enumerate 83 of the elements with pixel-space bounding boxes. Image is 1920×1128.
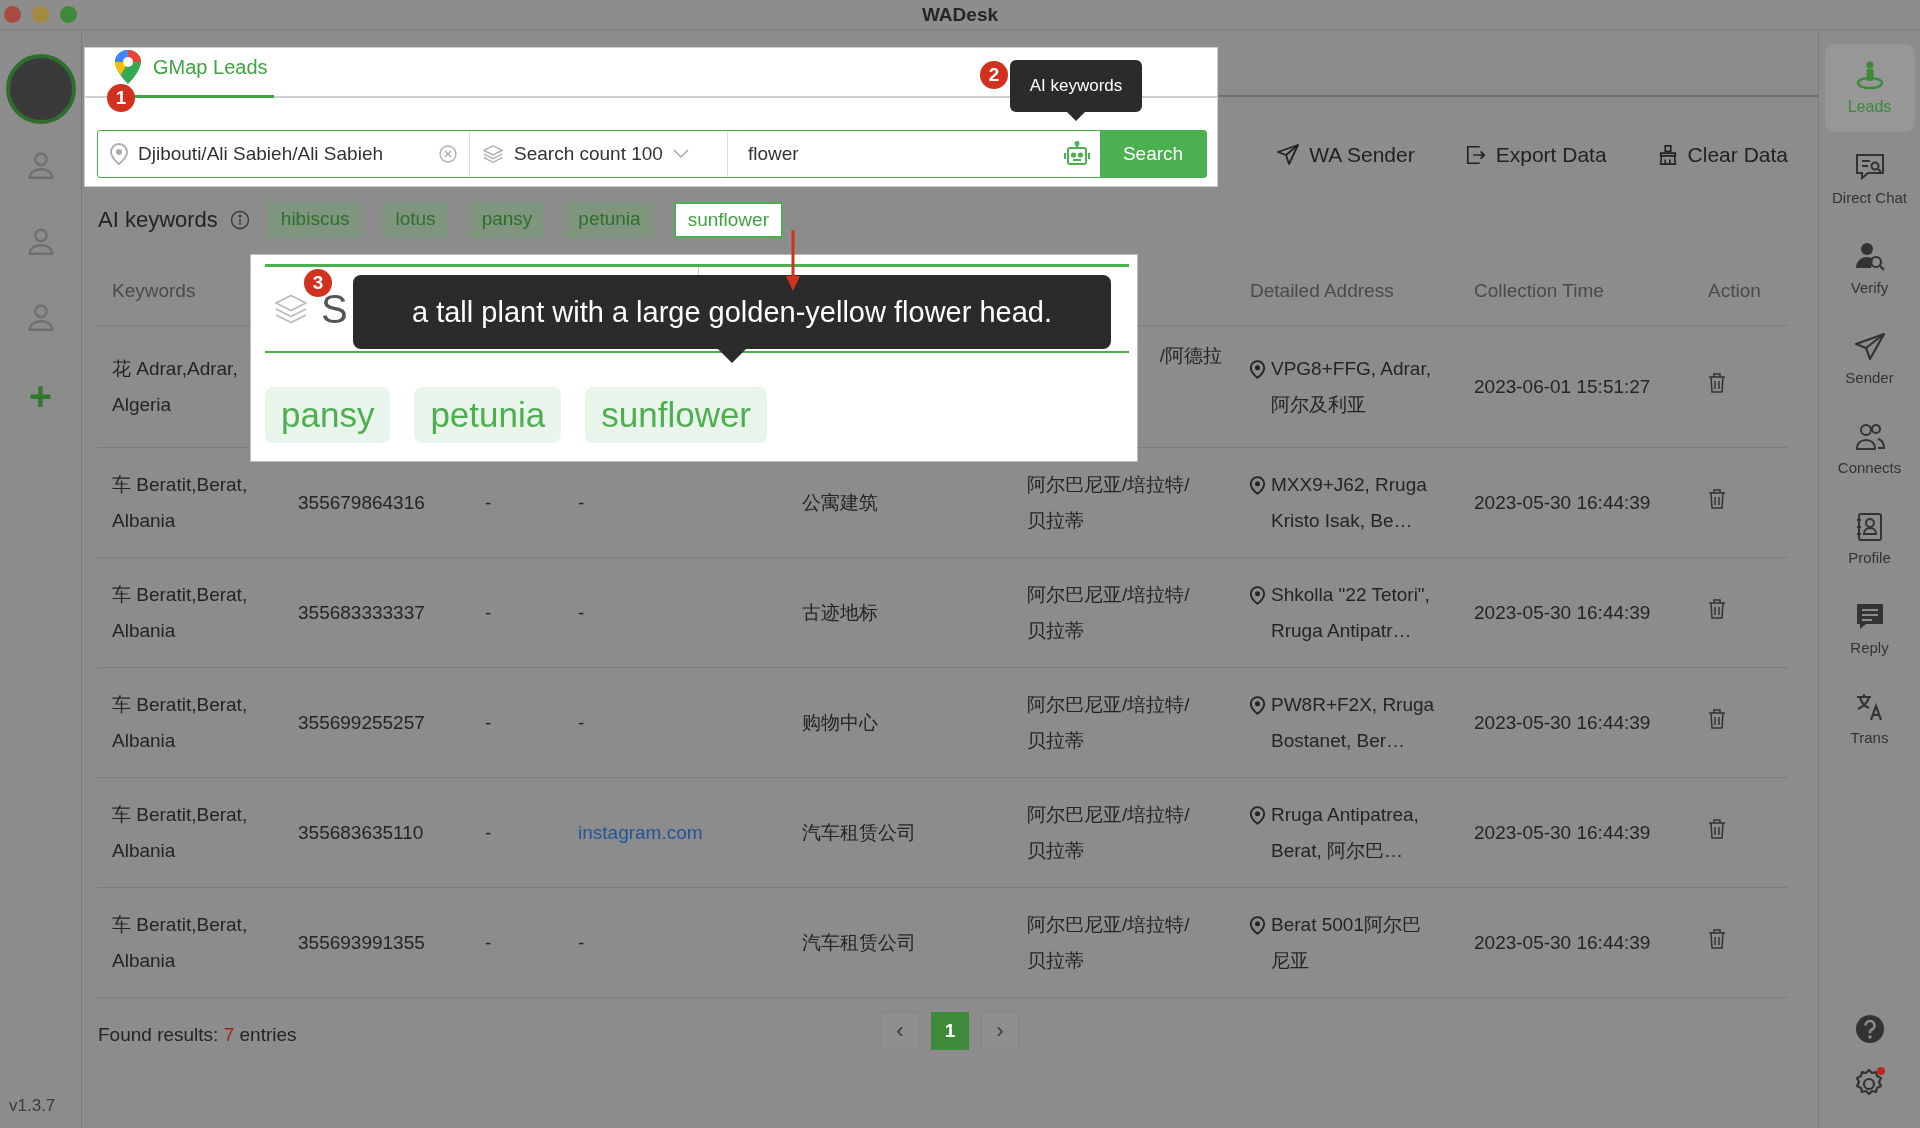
table-cell: 车 Beratit,Berat, Albania	[98, 887, 284, 998]
table-cell: 355693991355	[284, 887, 471, 998]
table-cell: 阿尔巴尼亚/培拉特/贝拉蒂	[1013, 777, 1236, 888]
column-header: Action	[1694, 256, 1788, 326]
table-cell-text: Shkolla "22 Tetori", Rruga Antipatr…	[1271, 582, 1431, 643]
location-pin-icon	[1250, 915, 1265, 935]
info-icon	[229, 210, 250, 230]
website-link[interactable]: instagram.com	[578, 821, 703, 843]
trash-icon[interactable]	[1708, 598, 1726, 619]
table-cell: -	[471, 887, 564, 998]
table-cell-text: VPG8+FFG, Adrar, 阿尔及利亚	[1271, 356, 1432, 417]
table-cell: 355699255257	[284, 667, 471, 778]
table-cell: 2023-05-30 16:44:39	[1460, 557, 1694, 668]
location-pin-icon	[1250, 359, 1265, 379]
table-cell: 车 Beratit,Berat, Albania	[98, 557, 284, 668]
table-cell: 阿尔巴尼亚/培拉特/贝拉蒂	[1013, 667, 1236, 778]
results-summary: Found results: 7 entries	[98, 1024, 297, 1046]
trash-icon[interactable]	[1708, 818, 1726, 839]
keyword-chip[interactable]: pansy	[468, 202, 546, 238]
sidebar-item[interactable]: Reply	[1824, 584, 1915, 672]
table-cell: 2023-05-30 16:44:39	[1460, 447, 1694, 558]
table-cell: 2023-06-01 15:51:27	[1460, 325, 1694, 448]
column-header: Collection Time	[1460, 256, 1694, 326]
ai-keywords-label: AI keywords	[98, 207, 218, 233]
trash-icon[interactable]	[1708, 372, 1726, 393]
table-cell: 355683635110	[284, 777, 471, 888]
table-cell: 车 Beratit,Berat, Albania	[98, 777, 284, 888]
toolbar-action-button[interactable]: WA Sender	[1276, 143, 1415, 167]
arrow	[785, 230, 801, 292]
keyword-chip[interactable]: sunflower	[673, 202, 783, 238]
help-icon[interactable]	[1854, 1014, 1885, 1044]
table-cell: -	[564, 557, 788, 668]
tooltip: a tall plant with a large golden-yellow flower head.	[353, 275, 1111, 363]
trash-icon[interactable]	[1708, 928, 1726, 949]
page-button[interactable]: 1	[931, 1012, 969, 1050]
table-cell: -	[471, 557, 564, 668]
sidebar-item[interactable]: Sender	[1824, 314, 1915, 402]
table-cell-text: Rruga Antipatrea, Berat, 阿尔巴…	[1271, 802, 1420, 863]
table-cell: 车 Beratit,Berat, Albania	[98, 667, 284, 778]
trash-icon[interactable]	[1708, 488, 1726, 509]
table-cell: 2023-05-30 16:44:39	[1460, 667, 1694, 778]
table-cell: -	[564, 887, 788, 998]
table-cell: -	[471, 777, 564, 888]
keyword-chip: petunia	[414, 387, 562, 443]
table-cell: 2023-05-30 16:44:39	[1460, 777, 1694, 888]
toolbar-action-button[interactable]: Export Data	[1464, 143, 1607, 167]
window-title: WADesk	[922, 3, 998, 26]
location-pin-icon	[1250, 475, 1265, 495]
sidebar-item[interactable]: Direct Chat	[1824, 134, 1915, 222]
toolbar-action-button[interactable]: Clear Data	[1656, 143, 1788, 167]
column-header: Detailed Address	[1236, 256, 1460, 326]
sidebar-item[interactable]: Connects	[1824, 404, 1915, 492]
table-cell-text: PW8R+F2X, Rruga Bostanet, Ber…	[1271, 692, 1436, 753]
keyword-chip[interactable]: hibiscus	[267, 202, 363, 238]
location-pin-icon	[1250, 805, 1265, 825]
export-icon	[1464, 144, 1487, 166]
verify-icon	[1853, 240, 1886, 273]
table-cell: -	[564, 667, 788, 778]
sender-icon	[1853, 330, 1886, 363]
version-label: v1.3.7	[9, 1096, 56, 1116]
trash-icon[interactable]	[1708, 708, 1726, 729]
table-cell: 古迹地标	[788, 557, 1013, 668]
table-cell-text: MXX9+J62, Rruga Kristo Isak, Be…	[1271, 472, 1428, 533]
paper-plane-icon	[1276, 143, 1301, 167]
next-page-button[interactable]: ›	[981, 1012, 1019, 1050]
keyword-chip: pansy	[265, 387, 391, 443]
sidebar-item[interactable]: Trans	[1824, 674, 1915, 762]
table-cell: 2023-05-30 16:44:39	[1460, 887, 1694, 998]
sidebar-item[interactable]: Verify	[1824, 224, 1915, 312]
keyword-chip: sunflower	[585, 387, 768, 443]
location-pin-icon	[1250, 695, 1265, 715]
tooltip: AI keywords	[1010, 60, 1142, 121]
table-cell: 阿尔巴尼亚/培拉特/贝拉蒂	[1013, 557, 1236, 668]
table-cell: 汽车租赁公司	[788, 887, 1013, 998]
table-cell: 355683333337	[284, 557, 471, 668]
table-cell-text: Berat 5001阿尔巴尼亚	[1271, 912, 1422, 973]
table-cell: 汽车租赁公司	[788, 777, 1013, 888]
table-cell: -	[471, 667, 564, 778]
location-pin-icon	[1250, 585, 1265, 605]
sidebar-item[interactable]: Profile	[1824, 494, 1915, 582]
previous-page-button[interactable]: ‹	[881, 1012, 919, 1050]
table-cell: 购物中心	[788, 667, 1013, 778]
table-cell: 阿尔巴尼亚/培拉特/贝拉蒂	[1013, 887, 1236, 998]
